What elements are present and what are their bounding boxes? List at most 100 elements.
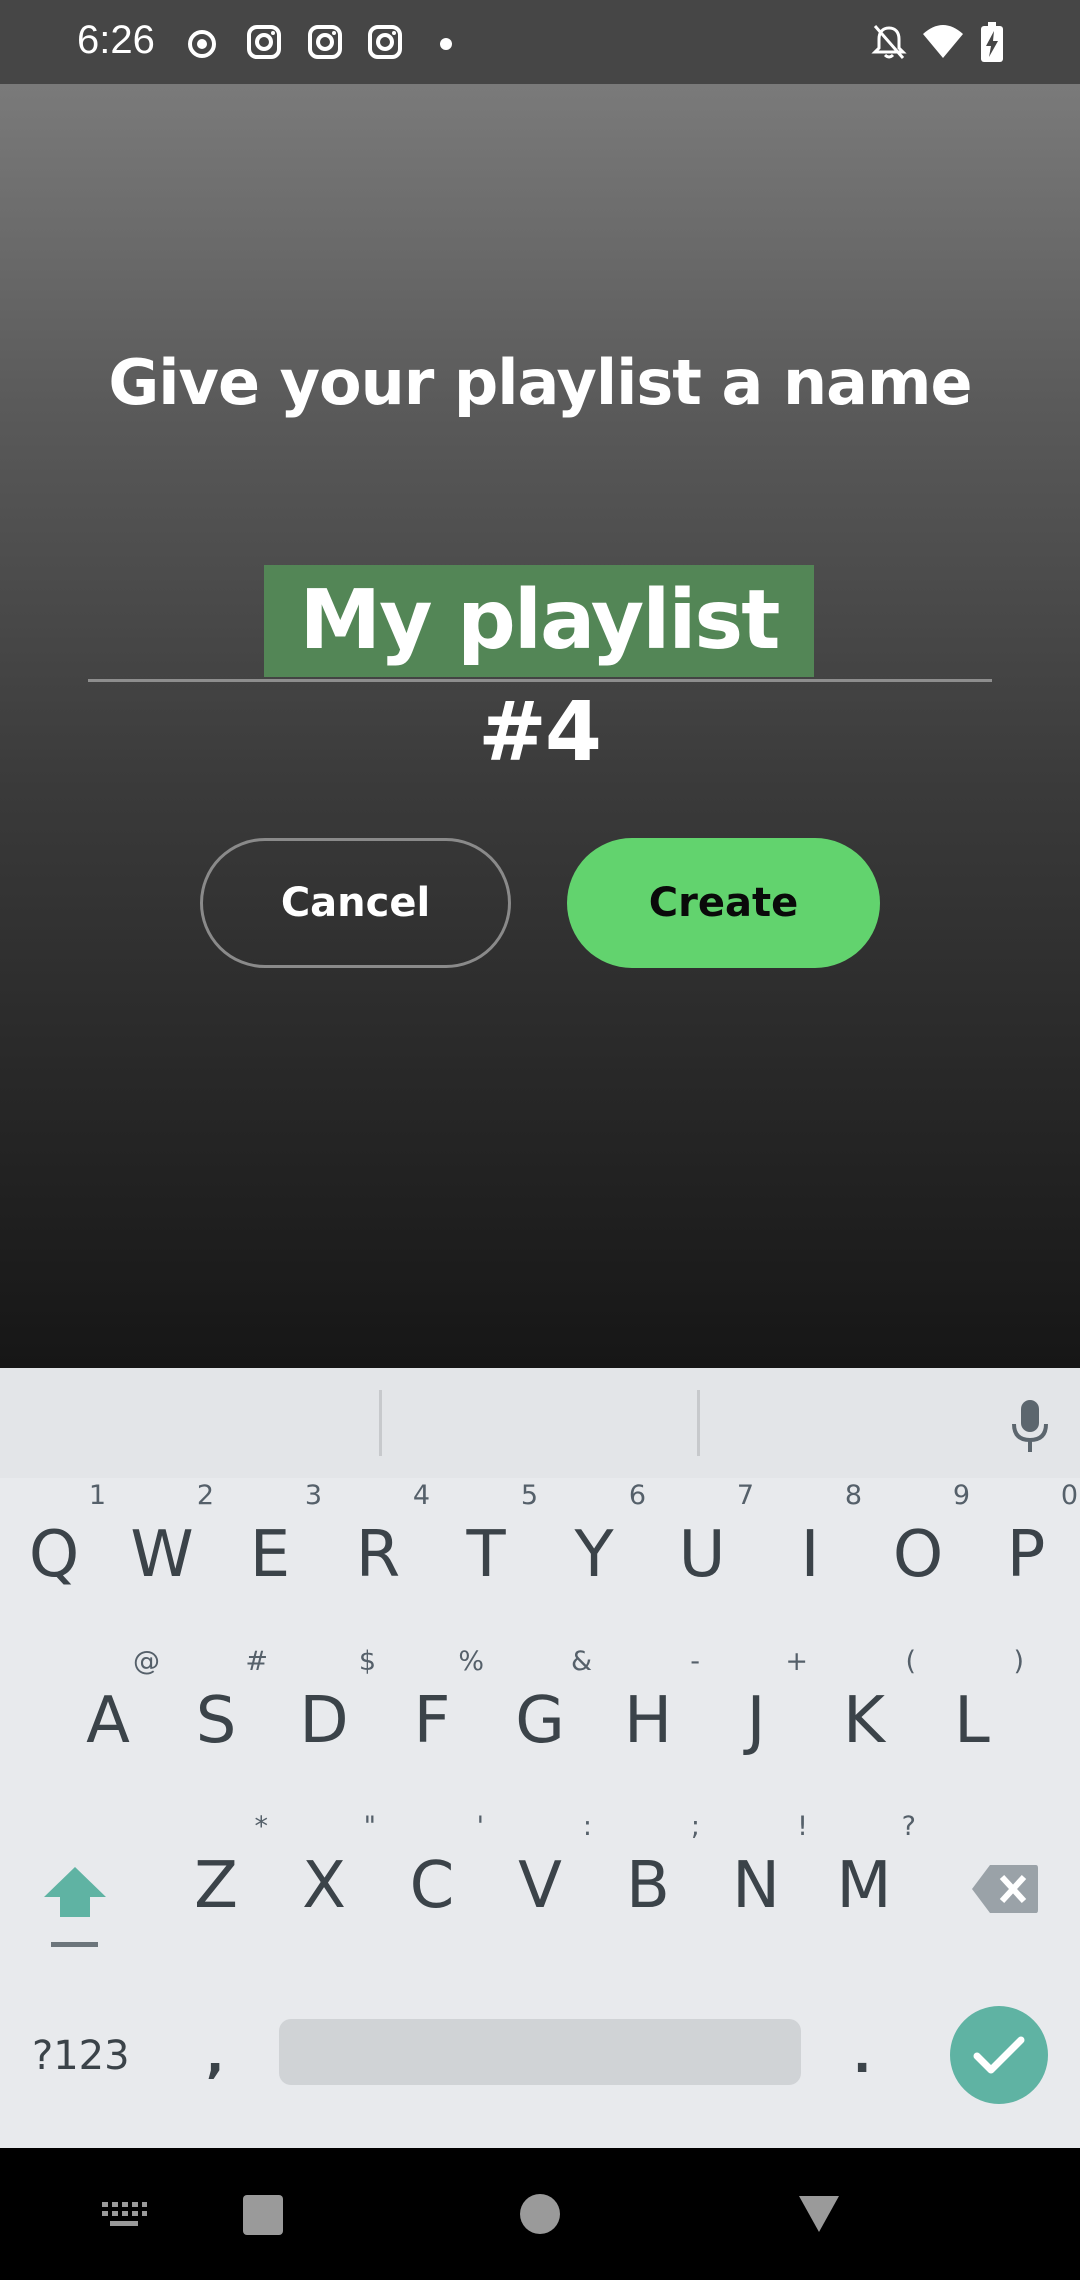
key-w[interactable]: 2W [112,1480,214,1592]
key-i[interactable]: 8I [760,1480,862,1592]
key-e[interactable]: 3E [220,1480,322,1592]
key-hint: : [582,1811,592,1842]
recents-icon[interactable] [242,2194,284,2236]
key-r[interactable]: 4R [328,1480,430,1592]
notifications-off-icon [871,25,907,59]
key-label: E [249,1518,291,1592]
key-label: K [843,1684,885,1758]
cancel-button[interactable]: Cancel [200,838,511,968]
key-label: I [800,1518,820,1592]
suggestion-bar [0,1368,1080,1478]
playlist-name-field[interactable]: My playlist #4 [88,559,992,780]
key-label: R [355,1518,401,1592]
create-button[interactable]: Create [567,838,880,968]
backspace-icon[interactable] [970,1862,1040,1916]
key-label: X [302,1849,346,1923]
key-hint: $ [358,1646,376,1677]
key-t[interactable]: 5T [436,1480,538,1592]
back-icon[interactable] [797,2194,841,2234]
key-label: O [892,1518,944,1592]
key-label: S [195,1684,237,1758]
key-k[interactable]: (K [814,1646,916,1758]
create-playlist-dialog: Give your playlist a name My playlist #4… [0,84,1080,1368]
key-z[interactable]: * Z [166,1811,268,1923]
key-hint: & [570,1646,592,1677]
enter-key[interactable] [950,2006,1048,2104]
suggestion-divider [379,1390,382,1456]
key-label: H [623,1684,673,1758]
home-icon[interactable] [519,2193,561,2235]
comma-key[interactable]: , [206,2028,224,2084]
instagram-icon [308,25,342,59]
key-hint: 6 [628,1480,646,1511]
keyboard-switch-icon[interactable] [100,2198,148,2232]
space-key[interactable] [279,2019,801,2085]
key-hint: " [363,1811,376,1842]
on-screen-keyboard: 1Q2W3E4R5T6Y7U8I9O0P @ A # S $ D% F & G - H + J(K) L … [0,1368,1080,2148]
key-label: M [836,1849,892,1923]
key-hint: - [690,1646,700,1677]
key-label: J [746,1684,766,1758]
shift-indicator [51,1942,98,1947]
period-key[interactable]: . [853,2028,871,2084]
key-label: N [732,1849,780,1923]
key-s[interactable]: # S [166,1646,268,1758]
key-label: F [413,1684,451,1758]
key-u[interactable]: 7U [652,1480,754,1592]
key-label: D [299,1684,349,1758]
key-v[interactable]: :V [490,1811,592,1923]
key-hint: @ [133,1646,160,1677]
key-d[interactable]: $ D [274,1646,376,1758]
key-g[interactable]: & G [490,1646,592,1758]
key-o[interactable]: 9O [868,1480,970,1592]
key-label: U [678,1518,726,1592]
key-label: W [130,1518,194,1592]
key-hint: + [785,1646,808,1677]
key-q[interactable]: 1Q [4,1480,106,1592]
key-hint: ; [690,1811,700,1842]
key-hint: # [245,1646,268,1677]
key-label: P [1006,1518,1046,1592]
key-p[interactable]: 0P [976,1480,1078,1592]
key-hint: 7 [736,1480,754,1511]
key-y[interactable]: 6Y [544,1480,646,1592]
key-n[interactable]: ! N [706,1811,808,1923]
suggestion-divider [697,1390,700,1456]
key-f[interactable]: % F [382,1646,484,1758]
key-hint: ? [901,1811,916,1842]
dialog-title: Give your playlist a name [108,346,972,419]
key-hint: ' [476,1811,484,1842]
microphone-icon[interactable] [1009,1398,1051,1456]
key-hint: 1 [88,1480,106,1511]
key-j[interactable]: + J [706,1646,808,1758]
key-hint: 2 [196,1480,214,1511]
key-label: C [409,1849,455,1923]
navigation-bar [0,2148,1080,2280]
wifi-icon [923,25,963,58]
key-h[interactable]: -H [598,1646,700,1758]
key-hint: ! [797,1811,808,1842]
key-hint: 9 [952,1480,970,1511]
key-hint: 4 [412,1480,430,1511]
checkmark-icon [973,2036,1025,2074]
key-b[interactable]: ; B [598,1811,700,1923]
key-hint: ) [1013,1646,1024,1677]
key-hint: ( [905,1646,916,1677]
key-c[interactable]: ' C [382,1811,484,1923]
instagram-icon [247,25,281,59]
key-l[interactable]: ) L [922,1646,1024,1758]
record-dot-icon [188,30,216,58]
shift-icon[interactable] [40,1863,110,1923]
key-hint: * [254,1811,269,1842]
key-hint: 8 [844,1480,862,1511]
status-time: 6:26 [77,18,155,62]
symbols-key[interactable]: ?123 [32,2033,130,2079]
key-x[interactable]: " X [274,1811,376,1923]
key-label: G [515,1684,565,1758]
playlist-name-input[interactable]: My playlist #4 [264,565,814,780]
key-label: L [954,1684,990,1758]
key-a[interactable]: @ A [58,1646,160,1758]
battery-charging-icon [981,22,1003,62]
key-m[interactable]: ? M [814,1811,916,1923]
key-hint: 5 [520,1480,538,1511]
